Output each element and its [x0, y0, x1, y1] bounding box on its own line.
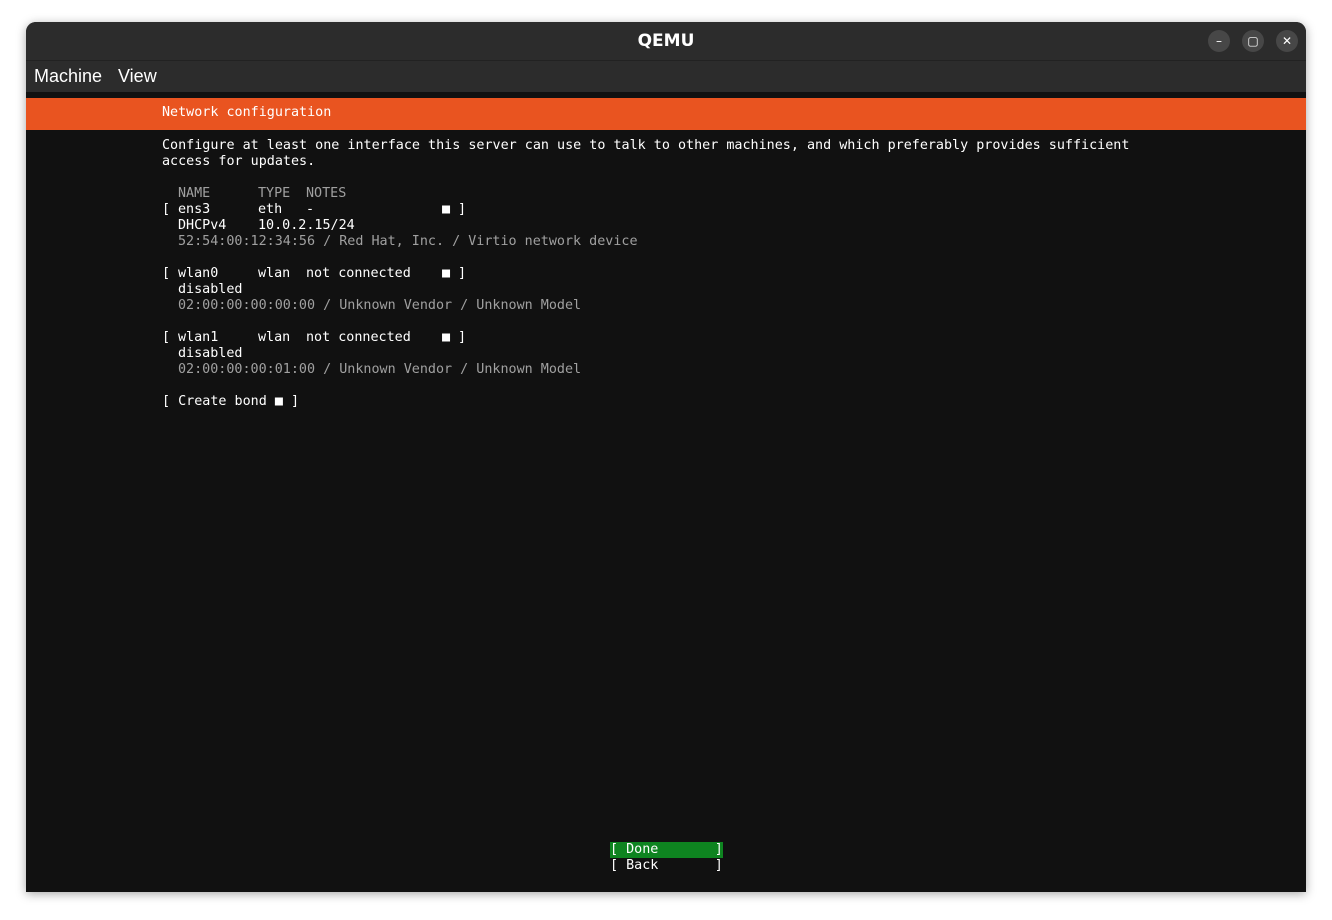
interface-details: 02:00:00:00:00:00 / Unknown Vendor / Unk… — [178, 298, 582, 313]
close-icon[interactable]: ✕ — [1276, 30, 1298, 52]
menu-machine[interactable]: Machine — [34, 66, 102, 87]
interface-type: wlan — [258, 266, 291, 281]
interface-name: wlan1 — [178, 330, 219, 345]
column-header-name: NAME — [178, 186, 211, 201]
interface-menu-marker[interactable]: ■ — [442, 202, 450, 218]
row-close-bracket: ] — [458, 266, 467, 281]
interface-status-label: DHCPv4 — [178, 218, 227, 233]
intro-line-1: Configure at least one interface this se… — [162, 138, 1130, 153]
qemu-window: QEMU – ▢ ✕ Machine View Network configur… — [26, 22, 1306, 892]
interface-status-label: disabled — [178, 282, 243, 297]
header-bar: Network configuration — [26, 98, 1306, 130]
row-open-bracket: [ — [162, 266, 171, 281]
interface-details: 02:00:00:00:01:00 / Unknown Vendor / Unk… — [178, 362, 582, 377]
page-title: Network configuration — [162, 105, 332, 120]
title-bar[interactable]: QEMU – ▢ ✕ — [26, 22, 1306, 60]
column-header-type: TYPE — [258, 186, 291, 201]
interface-name: wlan0 — [178, 266, 219, 281]
interface-menu-marker[interactable]: ■ — [442, 266, 450, 282]
guest-screen[interactable]: Network configuration Configure at least… — [26, 92, 1306, 892]
intro-line-2: access for updates. — [162, 154, 316, 169]
interface-name: ens3 — [178, 202, 211, 217]
interface-details: 52:54:00:12:34:56 / Red Hat, Inc. / Virt… — [178, 234, 638, 249]
row-open-bracket: [ — [162, 202, 171, 217]
interface-notes: not connected — [306, 266, 411, 281]
back-button[interactable]: [ Back ] — [610, 858, 723, 874]
menu-view[interactable]: View — [118, 66, 157, 87]
interface-type: wlan — [258, 330, 291, 345]
menu-bar: Machine View — [26, 60, 1306, 93]
window-title: QEMU — [637, 31, 695, 51]
interface-type: eth — [258, 202, 283, 217]
row-open-bracket: [ — [162, 330, 171, 345]
column-header-notes: NOTES — [306, 186, 347, 201]
create-bond-button[interactable]: [ Create bond ■ ] — [162, 394, 299, 410]
interface-status-label: disabled — [178, 346, 243, 361]
interface-menu-marker[interactable]: ■ — [442, 330, 450, 346]
interface-status-value: 10.0.2.15/24 — [258, 218, 355, 233]
row-close-bracket: ] — [458, 330, 467, 345]
maximize-icon[interactable]: ▢ — [1242, 30, 1264, 52]
minimize-icon[interactable]: – — [1208, 30, 1230, 52]
row-close-bracket: ] — [458, 202, 467, 217]
done-button[interactable]: [ Done ] — [610, 842, 723, 858]
interface-notes: not connected — [306, 330, 411, 345]
interface-notes: - — [306, 202, 315, 217]
